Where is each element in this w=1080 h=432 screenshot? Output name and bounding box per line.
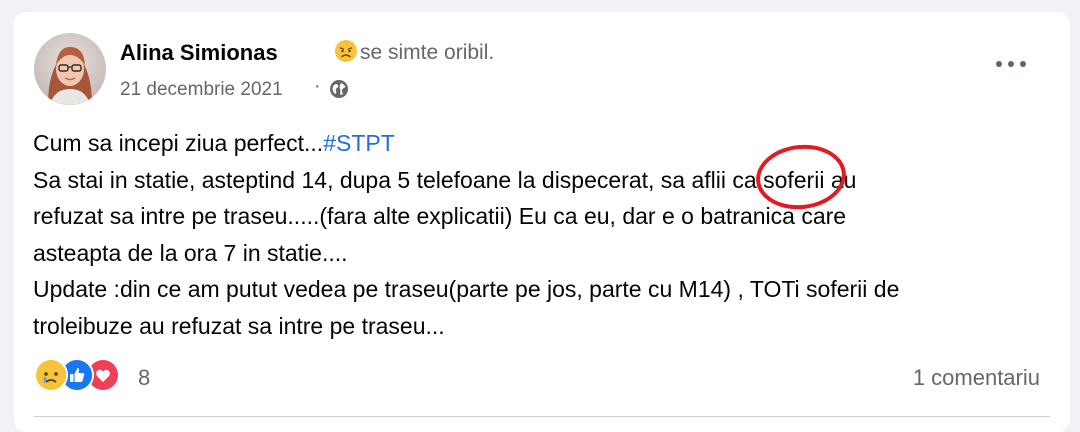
reaction-icons[interactable] xyxy=(34,358,134,392)
post-line: Sa stai in statie, asteptind 14, dupa 5 … xyxy=(33,166,857,193)
divider xyxy=(34,416,1050,417)
author-name[interactable]: Alina Simionas xyxy=(120,40,278,66)
post-line: Update :din ce am putut vedea pe traseu(… xyxy=(33,276,900,302)
more-options-icon[interactable] xyxy=(994,54,1028,74)
post-body: Cum sa incepi ziua perfect...#STPT Sa st… xyxy=(33,125,1053,344)
hashtag-link[interactable]: #STPT xyxy=(323,130,395,156)
post-date[interactable]: 21 decembrie 2021 xyxy=(120,79,283,101)
post-line: asteapta de la ora 7 in statie.... xyxy=(33,239,348,266)
post-line: troleibuze au refuzat sa intre pe traseu… xyxy=(33,312,445,339)
feeling-text: se simte oribil. xyxy=(360,41,495,64)
reaction-count[interactable]: 8 xyxy=(138,365,150,391)
post-line: Cum sa incepi ziua perfect...#STPT xyxy=(33,125,1053,162)
globe-icon[interactable] xyxy=(329,79,349,104)
sad-face-icon xyxy=(334,39,358,68)
comments-count-link[interactable]: 1 comentariu xyxy=(913,365,1040,391)
date-separator: · xyxy=(314,75,321,97)
avatar[interactable] xyxy=(34,33,106,105)
post-line: refuzat sa intre pe traseu.....(fara alt… xyxy=(33,203,847,229)
post-card: Alina Simionas se simte oribil. 21 decem… xyxy=(14,12,1070,432)
sad-reaction-icon xyxy=(34,358,68,392)
post-line-text: Cum sa incepi ziua perfect... xyxy=(33,130,324,156)
